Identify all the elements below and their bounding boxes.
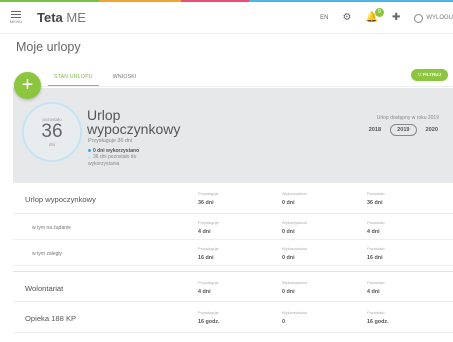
app-logo[interactable]: Teta ME [37,10,86,25]
tab-leave-status[interactable]: STAN URLOPU [48,68,99,86]
legend-remaining-cont: wykorzystania [88,160,120,167]
leave-summary-panel: pozostało 36 dni Urlop wypoczynkowy Przy… [13,88,453,183]
table-row[interactable]: Wolontariat Przysługuje 4 dni Wykorzystan… [13,271,453,302]
remaining-cell: Pozostało 36 dni [367,191,385,206]
circle-value: 36 [41,121,63,142]
tab-divider [16,86,453,87]
row-title: Urlop wypoczynkowy [25,195,96,204]
logout-label: WYLOGU [426,15,453,21]
year-selector: 2018 2019 2020 [366,124,441,136]
used-cell: Wykorzystano 0 dni [282,191,308,206]
table-subrow[interactable]: w tym zaległy Przysługuje 16 dni Wykorzys… [13,240,453,266]
plugin-icon[interactable]: ✚ [392,13,400,23]
used-cell: Wykorzystano 0 dni [282,220,308,235]
used-dot-icon [88,149,91,153]
add-request-button[interactable]: + [14,72,41,99]
remaining-cell: Pozostało 4 dni [367,220,385,235]
brand-name: Teta [37,10,63,25]
leave-type-title-line1: Urlop [87,107,121,123]
year-option[interactable]: 2020 [423,124,441,136]
row-title: w tym na żądanie [32,225,71,231]
top-actions: EN ⚙ 🔔 9 ✚ WYLOGU [320,2,453,34]
leave-type-title: Urlop wypoczynkowy [87,108,180,136]
granted-cell: Przysługuje 16 dni [198,246,219,261]
remaining-cell: Pozostało 4 dni [367,280,385,295]
filter-label: FILTRUJ [422,72,442,77]
menu-label: MENU [9,19,23,24]
year-caption: Urlop dostępny w roku 2019 [376,115,439,121]
gear-icon[interactable]: ⚙ [343,13,352,23]
notification-badge: 9 [374,8,384,17]
menu-button[interactable]: MENU [5,11,27,24]
usage-legend: 0 dni wykorzystano 36 dni pozostało do w… [88,148,139,167]
legend-remaining: 36 dni pozostało do [88,154,139,160]
used-cell: Wykorzystano 0 dni [282,280,308,295]
language-switch[interactable]: EN [320,15,328,21]
logout-button[interactable]: WYLOGU [414,13,453,23]
menu-icon [11,11,21,18]
granted-cell: Przysługuje 16 godz. [198,310,220,325]
table-row[interactable]: Opieka 188 KP Przysługuje 16 godz. Wykorz… [13,302,453,333]
used-cell: Wykorzystano 0 dni [282,246,308,261]
tab-bar: STAN URLOPU WNIOSKI [48,68,137,86]
row-title: Wolontariat [25,284,64,293]
used-cell: Wykorzystano 0 [282,310,308,325]
tab-requests[interactable]: WNIOSKI [113,68,137,86]
remaining-cell: Pozostało 16 dni [367,246,385,261]
row-title: Opieka 188 KP [25,314,77,323]
filter-button[interactable]: ▽ FILTRUJ [411,69,448,81]
table-row[interactable]: Urlop wypoczynkowy Przysługuje 36 dni Wyk… [13,183,453,214]
row-title: w tym zaległy [32,251,63,257]
leave-entitlement: Przysługuje 36 dni [88,138,133,144]
year-option-selected[interactable]: 2019 [390,124,417,136]
leave-table: Urlop wypoczynkowy Przysługuje 36 dni Wyk… [13,183,453,333]
bell-icon[interactable]: 🔔 9 [365,8,384,23]
circle-unit: dni [48,142,55,147]
granted-cell: Przysługuje 36 dni [198,191,219,206]
table-subrow[interactable]: w tym na żądanie Przysługuje 4 dni Wykorz… [13,214,453,240]
top-bar: MENU Teta ME EN ⚙ 🔔 9 ✚ WYLOGU [0,2,453,34]
remaining-cell: Pozostało 16 godz. [367,310,389,325]
year-option[interactable]: 2018 [366,124,384,136]
remaining-days-circle: pozostało 36 dni [22,102,82,162]
page-title: Moje urlopy [16,40,81,54]
granted-cell: Przysługuje 4 dni [198,220,219,235]
brand-suffix: ME [66,10,86,25]
granted-cell: Przysługuje 4 dni [198,280,219,295]
remaining-dot-icon [88,155,91,159]
power-icon [414,13,424,23]
leave-type-title-line2: wypoczynkowy [87,121,181,137]
